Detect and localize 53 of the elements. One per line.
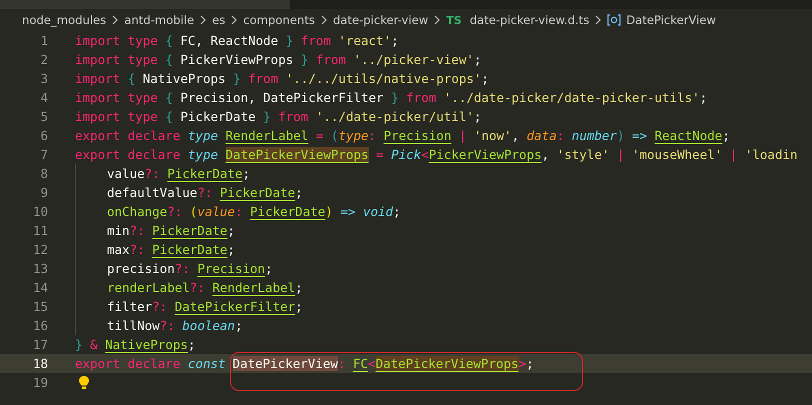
chevron-icon (434, 15, 440, 25)
breadcrumb-item[interactable]: date-picker-view (332, 13, 428, 27)
code-line: import { NativeProps } from '../../utils/native-props'; (75, 70, 489, 88)
code-line: value?: PickerDate; (107, 165, 250, 183)
line-number: 5 (39, 108, 48, 126)
breadcrumb-item[interactable]: components (243, 13, 315, 27)
chevron-icon (112, 15, 118, 25)
breadcrumb-item[interactable]: DatePickerView (607, 13, 716, 27)
code-line: min?: PickerDate; (107, 222, 235, 240)
code-line: import type { PickerDate } from '../date-picker/util'; (75, 108, 482, 126)
line-number: 17 (32, 336, 48, 354)
line-number: 3 (39, 70, 48, 88)
code-line: import type { FC, ReactNode } from 'react'; (75, 32, 399, 50)
line-number: 1 (39, 32, 48, 50)
code-line: defaultValue?: PickerDate; (107, 184, 303, 202)
code-line: } & NativeProps; (75, 336, 196, 354)
code-line: export declare type RenderLabel = (type: Precision | 'now', data: number) => ReactNode; (75, 127, 730, 145)
line-number: 13 (32, 260, 48, 278)
line-number: 14 (32, 279, 48, 297)
line-number: 11 (32, 222, 48, 240)
code-line: filter?: DatePickerFilter; (107, 298, 303, 316)
breadcrumb-item[interactable]: antd-mobile (124, 13, 194, 27)
code-line: import type { Precision, DatePickerFilter } from '../date-picker/date-picker-utils'; (75, 89, 708, 107)
chevron-icon (231, 15, 238, 25)
line-number: 4 (39, 89, 48, 107)
code-line: tillNow?: boolean; (107, 317, 242, 335)
line-number: 10 (32, 203, 48, 221)
symbol-icon (607, 14, 622, 26)
code-line: max?: PickerDate; (107, 241, 235, 259)
chevron-icon (595, 15, 602, 25)
line-number: 16 (32, 317, 48, 335)
lightbulb-icon[interactable] (78, 374, 90, 390)
code-line: precision?: Precision; (107, 260, 273, 278)
chevron-icon (200, 15, 206, 25)
line-number: 18 (32, 355, 48, 373)
breadcrumb-item[interactable]: node_modules (22, 13, 106, 27)
chevron-icon (320, 15, 327, 25)
code-line: import type { PickerViewProps } from '../picker-view'; (75, 51, 482, 69)
code-line: export declare const (75, 355, 227, 373)
line-number: 2 (39, 51, 48, 69)
line-number: 19 (32, 374, 48, 392)
line-number: 7 (39, 146, 48, 164)
annotation-box: DatePickerView: FC<DatePickerViewProps>; (230, 352, 583, 391)
code-line: renderLabel?: RenderLabel; (107, 279, 303, 297)
line-number: 12 (32, 241, 48, 259)
line-number: 15 (32, 298, 48, 316)
code-line: export declare type DatePickerViewProps = Pick<PickerViewProps, 'style' | 'mouseWheel' | 'loadin (75, 146, 798, 164)
breadcrumb-item[interactable]: TS date-picker-view.d.ts (446, 13, 590, 27)
breadcrumb-item[interactable]: es (212, 13, 226, 27)
code-line: onChange?: (value: PickerDate) => void; (107, 203, 401, 221)
line-number: 9 (39, 184, 48, 202)
line-number: 6 (39, 127, 48, 145)
line-number: 8 (39, 165, 48, 183)
